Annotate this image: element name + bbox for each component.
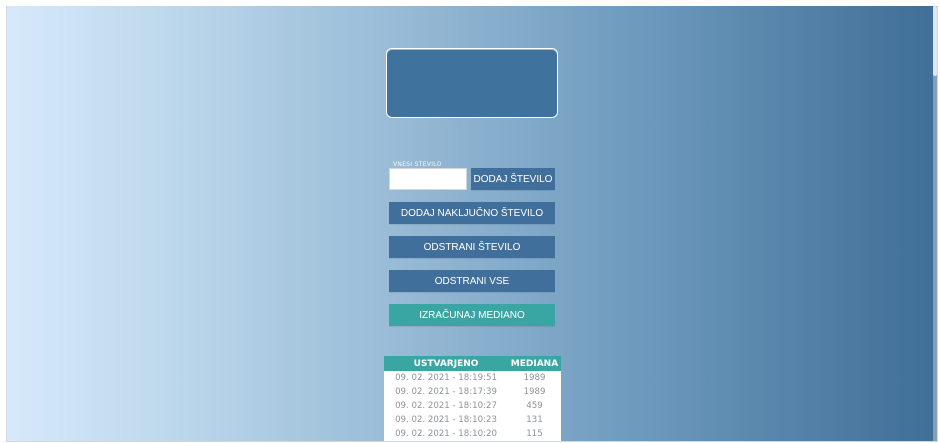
table-header-row: USTVARJENO MEDIANA [384,356,561,371]
add-number-button[interactable]: DODAJ ŠTEVILO [471,168,555,190]
median-cell: 131 [526,415,543,425]
median-cell: 115 [526,429,543,439]
header-median: MEDIANA [508,356,561,371]
median-cell: 1989 [523,373,546,383]
add-random-number-button[interactable]: DODAJ NAKLJUČNO ŠTEVILO [389,202,555,224]
header-created: USTVARJENO [384,356,508,371]
table-row: 09. 02. 2021 - 18:10:20 115 [384,427,561,441]
remove-all-button[interactable]: ODSTRANI VSE [389,270,555,292]
created-cell: 09. 02. 2021 - 18:10:23 [395,415,497,425]
table-body: 09. 02. 2021 - 18:19:51 1989 09. 02. 202… [384,371,561,441]
remove-number-button[interactable]: ODSTRANI ŠTEVILO [389,236,555,258]
table-header: USTVARJENO MEDIANA [384,356,561,371]
vertical-scrollbar[interactable] [933,6,937,441]
app-viewport: VNESI ŠTEVILO DODAJ ŠTEVILO DODAJ NAKLJU… [6,6,938,442]
calculate-median-button[interactable]: IZRAČUNAJ MEDIANO [389,304,555,326]
median-cell: 1989 [523,387,546,397]
median-history-table: USTVARJENO MEDIANA 09. 02. 2021 - 18:19:… [384,356,561,441]
median-display-box [386,48,558,118]
median-cell: 459 [526,401,543,411]
created-cell: 09. 02. 2021 - 18:17:39 [395,387,497,397]
table-row: 09. 02. 2021 - 18:19:51 1989 [384,371,561,385]
table-row: 09. 02. 2021 - 18:10:23 131 [384,413,561,427]
number-input[interactable] [389,168,467,190]
scrollbar-thumb[interactable] [933,6,937,76]
table-row: 09. 02. 2021 - 18:17:39 1989 [384,385,561,399]
table-row: 09. 02. 2021 - 18:10:27 459 [384,399,561,413]
created-cell: 09. 02. 2021 - 18:10:20 [395,429,497,439]
created-cell: 09. 02. 2021 - 18:19:51 [395,373,497,383]
number-input-label: VNESI ŠTEVILO [393,161,442,168]
created-cell: 09. 02. 2021 - 18:10:27 [395,401,497,411]
